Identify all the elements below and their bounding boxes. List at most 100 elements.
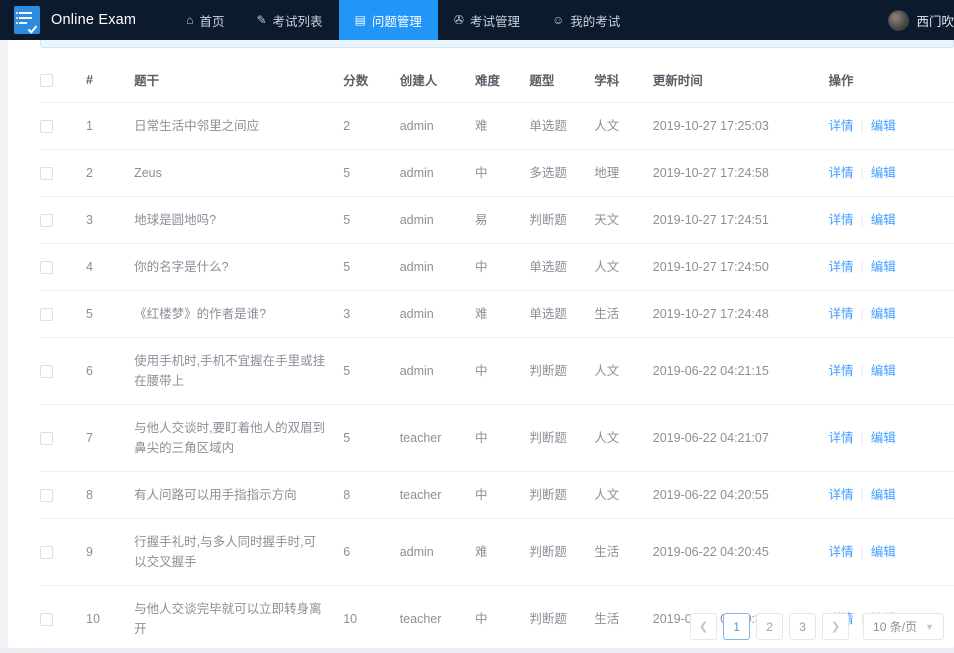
- detail-link[interactable]: 详情: [828, 213, 853, 227]
- nav-item-home[interactable]: ⌂ 首页: [170, 0, 240, 40]
- table-header-row: # 题干 分数 创建人 难度 题型 学科 更新时间 操作: [40, 58, 954, 103]
- question-table: # 题干 分数 创建人 难度 题型 学科 更新时间 操作 1 日常生活中邻里之间应…: [40, 58, 954, 653]
- nav-item-exam-management[interactable]: ✇ 考试管理: [438, 0, 536, 40]
- pagination-page-2[interactable]: 2: [756, 613, 784, 640]
- cell-score: 5: [343, 243, 400, 291]
- nav-item-question-management[interactable]: ▤ 问题管理: [338, 0, 438, 40]
- edit-link[interactable]: 编辑: [871, 431, 896, 445]
- cell-score: 6: [343, 518, 400, 586]
- row-select-cell: [40, 102, 86, 150]
- user-menu[interactable]: 西门吹: [888, 9, 954, 31]
- cell-updated: 2019-10-27 17:25:03: [652, 102, 829, 150]
- row-checkbox[interactable]: [40, 119, 53, 133]
- row-select-cell: [40, 196, 86, 244]
- row-checkbox[interactable]: [40, 545, 53, 559]
- cell-score: 5: [343, 149, 400, 197]
- th-author: 创建人: [399, 58, 475, 103]
- detail-link[interactable]: 详情: [828, 488, 853, 502]
- op-divider: |: [860, 259, 864, 274]
- cell-subject: 人文: [594, 243, 653, 291]
- edit-link[interactable]: 编辑: [871, 545, 896, 559]
- brand[interactable]: Online Exam: [0, 6, 136, 34]
- table-row: 8 有人问路可以用手指指示方向 8 teacher 中判断题 人文 2019-06-22 0…: [40, 471, 954, 519]
- nav-label: 首页: [199, 14, 225, 29]
- edit-link[interactable]: 编辑: [871, 119, 896, 133]
- nav-label: 问题管理: [371, 14, 422, 29]
- op-divider: |: [860, 544, 864, 559]
- cell-author: teacher: [399, 585, 475, 653]
- document-icon: ▤: [354, 13, 366, 27]
- pagination-page-3[interactable]: 3: [789, 613, 817, 640]
- checklist-icon: [14, 6, 40, 34]
- cell-difficulty: 难: [474, 102, 530, 150]
- detail-link[interactable]: 详情: [828, 119, 853, 133]
- cell-operations: 详情 | 编辑: [828, 290, 954, 338]
- cell-score: 5: [343, 337, 400, 405]
- cell-title: 与他人交谈时,要盯着他人的双眉到鼻尖的三角区域内: [134, 404, 344, 472]
- nav-item-exam-list[interactable]: ✎ 考试列表: [240, 0, 338, 40]
- row-checkbox[interactable]: [40, 488, 53, 502]
- cell-title: 使用手机时,手机不宜握在手里或挂在腰带上: [134, 337, 344, 405]
- pagination-page-1[interactable]: 1: [723, 613, 751, 640]
- detail-link[interactable]: 详情: [828, 307, 853, 321]
- cell-score: 2: [343, 102, 400, 150]
- row-checkbox[interactable]: [40, 612, 53, 626]
- op-divider: |: [860, 430, 864, 445]
- th-subject: 学科: [594, 58, 653, 103]
- cell-num: 6: [86, 337, 135, 405]
- pagination-prev-button[interactable]: ❮: [690, 613, 718, 640]
- th-num: #: [86, 58, 135, 103]
- row-checkbox[interactable]: [40, 166, 53, 180]
- cell-operations: 详情 | 编辑: [828, 518, 954, 586]
- cell-title: Zeus: [134, 149, 344, 197]
- cell-subject: 生活: [594, 290, 653, 338]
- cell-updated: 2019-06-22 04:20:55: [652, 471, 829, 519]
- table-row: 9 行握手礼时,与多人同时握手时,可以交叉握手 6 admin 难判断题 生活 2019-0…: [40, 518, 954, 586]
- page-size-select[interactable]: 10 条/页 ▼: [863, 613, 944, 640]
- row-select-cell: [40, 471, 86, 519]
- th-score: 分数: [343, 58, 400, 103]
- row-checkbox[interactable]: [40, 260, 53, 274]
- cell-updated: 2019-06-22 04:20:45: [652, 518, 829, 586]
- row-checkbox[interactable]: [40, 431, 53, 445]
- th-operations: 操作: [828, 58, 954, 103]
- nav-item-my-exams[interactable]: ☺ 我的考试: [536, 0, 636, 40]
- op-divider: |: [860, 118, 864, 133]
- edit-link[interactable]: 编辑: [871, 307, 896, 321]
- edit-link[interactable]: 编辑: [871, 166, 896, 180]
- op-divider: |: [860, 212, 864, 227]
- cell-title: 地球是圆地吗?: [134, 196, 344, 244]
- detail-link[interactable]: 详情: [828, 545, 853, 559]
- edit-link[interactable]: 编辑: [871, 488, 896, 502]
- op-divider: |: [860, 165, 864, 180]
- edit-link[interactable]: 编辑: [871, 260, 896, 274]
- cell-updated: 2019-10-27 17:24:48: [652, 290, 829, 338]
- table-row: 4 你的名字是什么? 5 admin 中单选题 人文 2019-10-27 17:24:50…: [40, 243, 954, 291]
- filter-bar-partial[interactable]: [40, 40, 954, 48]
- cell-subject: 生活: [594, 518, 653, 586]
- cell-subject: 人文: [594, 471, 653, 519]
- pagination-next-button[interactable]: ❯: [822, 613, 850, 640]
- row-checkbox[interactable]: [40, 364, 53, 378]
- cell-num: 1: [86, 102, 135, 150]
- edit-link[interactable]: 编辑: [871, 364, 896, 378]
- row-checkbox[interactable]: [40, 213, 53, 227]
- detail-link[interactable]: 详情: [828, 431, 853, 445]
- question-table-container: # 题干 分数 创建人 难度 题型 学科 更新时间 操作 1 日常生活中邻里之间应…: [40, 58, 954, 653]
- cell-title: 行握手礼时,与多人同时握手时,可以交叉握手: [134, 518, 344, 586]
- edit-link[interactable]: 编辑: [871, 213, 896, 227]
- cell-difficulty: 中: [474, 404, 530, 472]
- cell-author: admin: [399, 290, 475, 338]
- cell-type: 单选题: [529, 290, 595, 338]
- cell-subject: 地理: [594, 149, 653, 197]
- detail-link[interactable]: 详情: [828, 364, 853, 378]
- detail-link[interactable]: 详情: [828, 260, 853, 274]
- select-all-checkbox[interactable]: [40, 73, 53, 87]
- row-select-cell: [40, 243, 86, 291]
- row-checkbox[interactable]: [40, 307, 53, 321]
- cell-subject: 生活: [594, 585, 653, 653]
- detail-link[interactable]: 详情: [828, 166, 853, 180]
- cell-num: 5: [86, 290, 135, 338]
- cell-title: 有人问路可以用手指指示方向: [134, 471, 344, 519]
- cell-type: 多选题: [529, 149, 595, 197]
